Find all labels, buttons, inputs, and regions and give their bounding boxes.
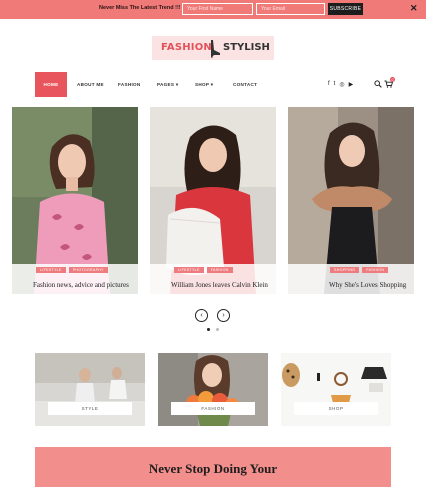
search-icon[interactable] [374,80,382,88]
nav-item-fashion[interactable]: FASHION [118,72,141,97]
slide-tags: LIFESTYLE PHOTOGRAPHY [36,267,108,273]
category-label[interactable]: STYLE [48,402,132,415]
slide-caption: SHOPPING FASHION Why She's Loves Shoppin… [288,264,414,294]
nav-item-home[interactable]: HOME [35,72,67,97]
close-icon[interactable]: ✕ [410,3,418,14]
slide-card[interactable]: SHOPPING FASHION Why She's Loves Shoppin… [288,107,414,294]
nav-item-pages[interactable]: PAGES ▾ [157,72,178,97]
nav-item-shop[interactable]: SHOP ▾ [195,72,213,97]
first-name-input[interactable] [182,3,253,15]
slider-next-button[interactable]: › [217,309,230,322]
category-label[interactable]: SHOP [294,402,378,415]
promo-text: Never Miss The Latest Trend !!! [99,5,181,11]
instagram-icon[interactable]: ◎ [339,81,344,88]
tag-lifestyle[interactable]: LIFESTYLE [36,267,66,273]
category-photo [35,353,145,426]
chevron-left-icon: ‹ [200,312,203,319]
slide-tags: LIFESTYLE FASHION [174,267,233,273]
slide-card[interactable]: LIFESTYLE PHOTOGRAPHY Fashion news, advi… [12,107,138,294]
site-logo[interactable]: FASHION STYLISH [152,36,274,60]
promo-bar: Never Miss The Latest Trend !!! SUBSCRIB… [0,0,426,19]
social-links: f t ◎ ▶ [328,81,353,88]
tag-lifestyle[interactable]: LIFESTYLE [174,267,204,273]
slide-caption: LIFESTYLE FASHION William Jones leaves C… [150,264,276,294]
category-label[interactable]: FASHION [171,402,255,415]
nav-item-about-me[interactable]: ABOUT ME [77,72,104,97]
chevron-right-icon: › [222,312,225,319]
slider-dot-active[interactable] [207,328,210,331]
slide-title[interactable]: Fashion news, advice and pictures [33,281,129,289]
email-input[interactable] [256,3,325,15]
slide-title[interactable]: William Jones leaves Calvin Klein [171,281,268,289]
slide-title[interactable]: Why She's Loves Shopping [329,281,406,289]
slider-dot[interactable] [216,328,219,331]
slide-caption: LIFESTYLE PHOTOGRAPHY Fashion news, advi… [12,264,138,294]
tag-fashion[interactable]: FASHION [206,267,233,273]
category-photo [158,353,268,426]
logo-text-stylish: STYLISH [223,42,270,53]
subscribe-button[interactable]: SUBSCRIBE [328,3,363,15]
slide-card[interactable]: LIFESTYLE FASHION William Jones leaves C… [150,107,276,294]
newsletter-heading: Never Stop Doing Your [148,461,278,476]
nav-item-contact[interactable]: CONTACT [233,72,257,97]
high-heel-icon [211,40,220,58]
category-photo [281,353,391,426]
category-tile-fashion[interactable]: FASHION [158,353,268,426]
tag-photography[interactable]: PHOTOGRAPHY [68,267,108,273]
twitter-icon[interactable]: t [334,81,336,88]
newsletter-section: Never Stop Doing Your [35,447,391,487]
logo-text-fashion: FASHION [161,42,212,53]
slider-prev-button[interactable]: ‹ [195,309,208,322]
cart-count-badge: 0 [390,77,395,82]
category-tile-shop[interactable]: SHOP [281,353,391,426]
youtube-icon[interactable]: ▶ [349,81,354,88]
main-nav: HOME ABOUT ME FASHION PAGES ▾ SHOP ▾ CON… [0,72,426,98]
category-tile-style[interactable]: STYLE [35,353,145,426]
tag-fashion[interactable]: FASHION [362,267,389,273]
tag-shopping[interactable]: SHOPPING [330,267,360,273]
slide-tags: SHOPPING FASHION [330,267,389,273]
facebook-icon[interactable]: f [328,81,330,88]
